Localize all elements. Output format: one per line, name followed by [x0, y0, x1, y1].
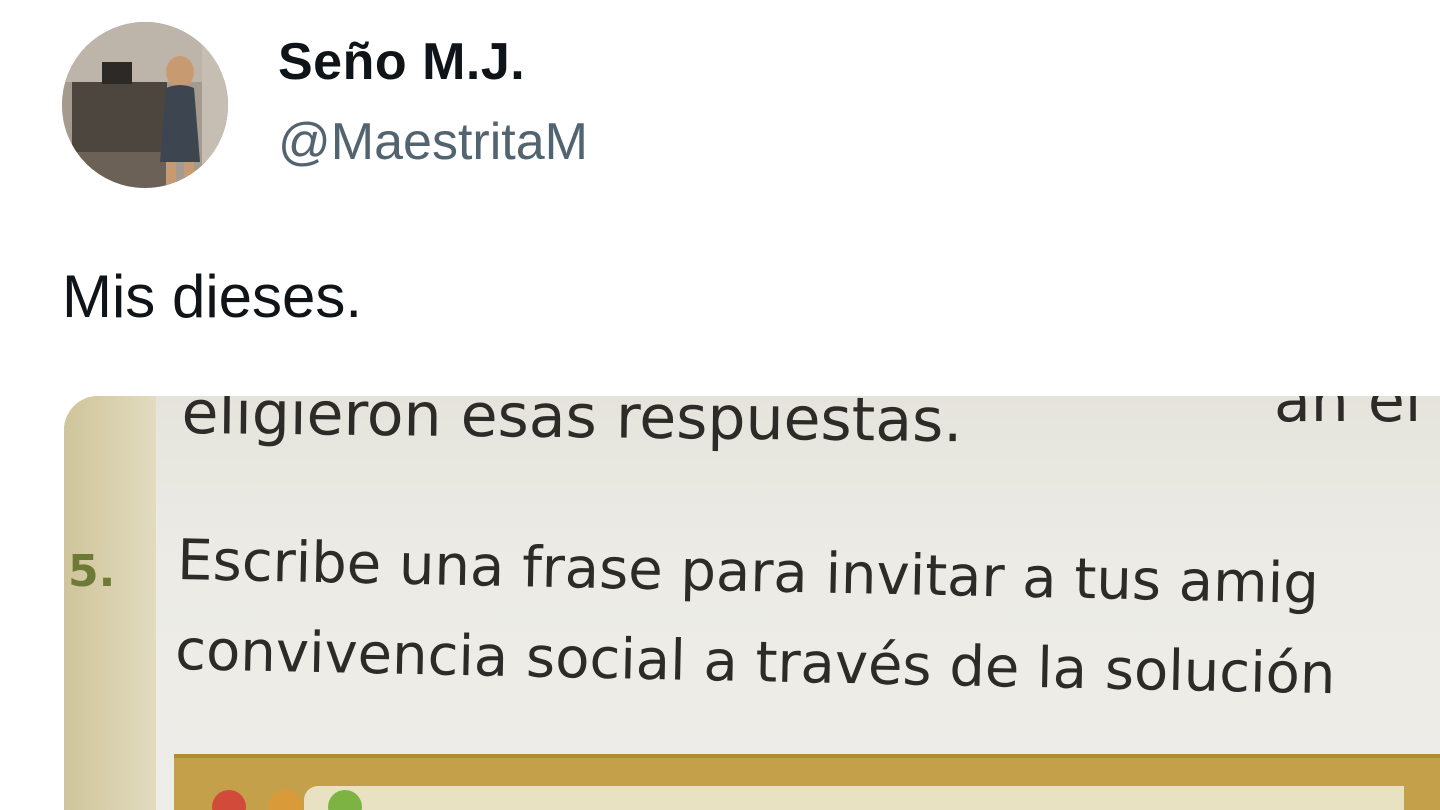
exercise-number: 5.	[68, 546, 116, 597]
avatar[interactable]	[62, 22, 228, 188]
answer-field	[304, 786, 1404, 810]
avatar-photo	[62, 22, 228, 188]
page-margin	[64, 396, 164, 810]
tweet-text: Mis dieses.	[62, 263, 363, 330]
photo-text-line: eligieron esas respuestas.	[181, 396, 963, 457]
tweet-card: Seño M.J. @MaestritaM Mis dieses. eligie…	[0, 0, 1440, 810]
tweet-media-photo[interactable]: eligieron esas respuestas. an el 5. Escr…	[64, 396, 1440, 810]
photo-text-fragment: an el	[1274, 396, 1422, 436]
author-display-name[interactable]: Seño M.J.	[278, 32, 525, 92]
author-handle[interactable]: @MaestritaM	[278, 112, 588, 172]
